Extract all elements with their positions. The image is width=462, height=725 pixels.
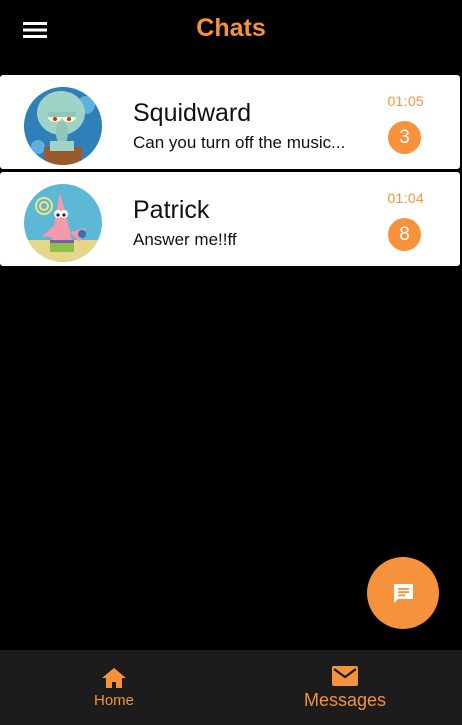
nav-home-label: Home [93, 691, 134, 709]
chat-name: Patrick [133, 196, 210, 224]
bottom-navigation: Home Messages [0, 650, 462, 725]
nav-messages-label: Messages [303, 689, 387, 710]
squidward-avatar [24, 87, 102, 165]
new-chat-button[interactable] [367, 557, 439, 629]
unread-badge: 8 [388, 218, 421, 251]
chat-name: Squidward [133, 99, 252, 127]
chat-preview: Can you turn off the music... [133, 133, 346, 152]
chat-list: Squidward Can you turn off the music... … [0, 75, 460, 269]
nav-home[interactable]: Home [0, 650, 228, 725]
chat-bubble-icon [394, 584, 413, 603]
patrick-avatar [24, 184, 102, 262]
page-title: Chats [196, 14, 266, 42]
unread-badge: 3 [388, 121, 421, 154]
mail-icon [332, 665, 358, 686]
nav-messages[interactable]: Messages [228, 650, 462, 725]
home-icon [102, 667, 126, 688]
chat-time: 01:05 [387, 93, 424, 109]
app-header: Chats [0, 0, 462, 62]
chat-item-squidward[interactable]: Squidward Can you turn off the music... … [0, 75, 460, 169]
chat-preview: Answer me!!ff [133, 230, 237, 249]
chat-time: 01:04 [387, 190, 424, 206]
chat-item-patrick[interactable]: Patrick Answer me!!ff 01:04 8 [0, 172, 460, 266]
